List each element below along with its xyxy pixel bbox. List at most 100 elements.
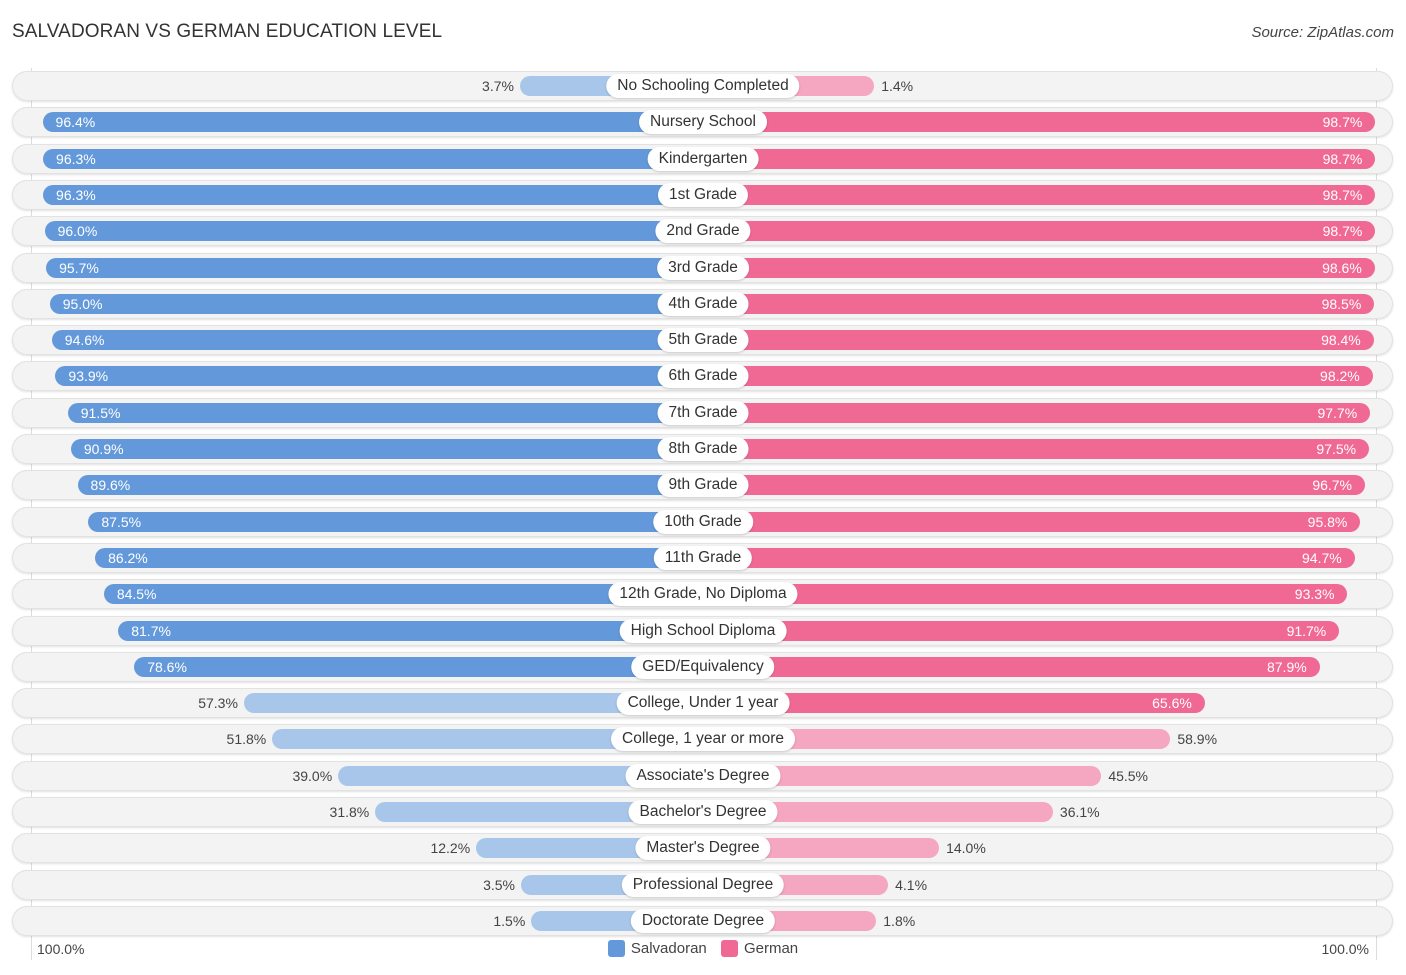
value-label-salvadoran-no-schooling-completed: 3.7% (482, 78, 514, 94)
bar-salvadoran-5th-grade[interactable] (51, 330, 703, 351)
bar-salvadoran-2nd-grade[interactable] (44, 221, 703, 242)
value-label-salvadoran-5th-grade: 94.6% (64, 332, 105, 349)
bar-salvadoran-ged-equivalency[interactable] (134, 656, 703, 677)
bar-salvadoran-kindergarten[interactable] (43, 148, 703, 169)
bar-german-7th-grade[interactable] (703, 402, 1371, 423)
value-label-german-master-s-degree: 14.0% (946, 840, 986, 857)
value-label-salvadoran-3rd-grade: 95.7% (59, 259, 99, 276)
bar-salvadoran-1st-grade[interactable] (43, 184, 703, 205)
bar-german-2nd-grade[interactable] (703, 221, 1376, 242)
category-label-8th-grade: 8th Grade (657, 437, 749, 461)
value-label-german-professional-degree: 4.1% (895, 876, 928, 893)
value-label-salvadoran-2nd-grade: 96.0% (57, 223, 98, 240)
value-label-salvadoran-9th-grade: 89.6% (90, 477, 131, 494)
value-label-german-6th-grade: 98.2% (1320, 368, 1360, 385)
value-label-salvadoran-7th-grade: 91.5% (80, 404, 121, 421)
legend-item-salvadoran[interactable]: Salvadoran (607, 940, 707, 957)
category-label-kindergarten: Kindergarten (647, 146, 759, 171)
category-label-bachelor-s-degree: Bachelor's Degree (628, 800, 778, 824)
category-label-6th-grade: 6th Grade (657, 364, 749, 389)
value-label-salvadoran-10th-grade: 87.5% (101, 513, 142, 530)
value-label-german-bachelor-s-degree: 36.1% (1059, 804, 1100, 820)
bar-german-3rd-grade[interactable] (703, 257, 1375, 278)
value-label-salvadoran-12th-grade-no-diploma: 84.5% (116, 586, 157, 603)
value-label-german-4th-grade: 98.5% (1321, 295, 1362, 312)
value-label-german-10th-grade: 95.8% (1307, 513, 1348, 530)
category-label-professional-degree: Professional Degree (621, 872, 785, 897)
value-label-salvadoran-11th-grade: 86.2% (108, 549, 148, 566)
category-label-college-under-1-year: College, Under 1 year (616, 691, 790, 716)
value-label-german-associate-s-degree: 45.5% (1108, 767, 1149, 784)
category-label-2nd-grade: 2nd Grade (655, 219, 751, 244)
bar-german-kindergarten[interactable] (703, 148, 1376, 169)
value-label-german-college-under-1-year: 65.6% (1152, 695, 1192, 712)
value-label-german-8th-grade: 97.5% (1316, 441, 1357, 457)
bar-salvadoran-11th-grade[interactable] (95, 547, 703, 568)
bar-salvadoran-9th-grade[interactable] (77, 475, 703, 496)
bar-german-nursery-school[interactable] (703, 112, 1376, 133)
value-label-salvadoran-college-under-1-year: 57.3% (198, 695, 238, 712)
category-label-college-1-year-or-more: College, 1 year or more (611, 727, 795, 752)
category-label-5th-grade: 5th Grade (657, 328, 749, 353)
value-label-salvadoran-master-s-degree: 12.2% (430, 840, 471, 857)
category-label-1st-grade: 1st Grade (657, 182, 749, 207)
category-label-master-s-degree: Master's Degree (635, 836, 771, 861)
category-label-doctorate-degree: Doctorate Degree (630, 908, 776, 933)
bar-salvadoran-6th-grade[interactable] (55, 366, 703, 387)
category-label-no-schooling-completed: No Schooling Completed (606, 74, 800, 98)
value-label-german-nursery-school: 98.7% (1322, 114, 1363, 131)
category-label-10th-grade: 10th Grade (653, 509, 753, 534)
bar-german-6th-grade[interactable] (703, 366, 1373, 387)
value-label-salvadoran-ged-equivalency: 78.6% (147, 658, 187, 675)
value-label-salvadoran-1st-grade: 96.3% (56, 186, 96, 203)
bar-german-4th-grade[interactable] (703, 293, 1375, 314)
legend-label-salvadoran: Salvadoran (630, 940, 707, 957)
value-label-german-3rd-grade: 98.6% (1322, 259, 1362, 276)
category-label-ged-equivalency: GED/Equivalency (631, 654, 775, 679)
bar-german-11th-grade[interactable] (703, 547, 1355, 568)
bar-salvadoran-3rd-grade[interactable] (46, 257, 703, 278)
bar-salvadoran-high-school-diploma[interactable] (118, 620, 703, 641)
value-label-german-no-schooling-completed: 1.4% (881, 78, 914, 94)
value-label-salvadoran-8th-grade: 90.9% (83, 441, 124, 457)
value-label-german-9th-grade: 96.7% (1312, 477, 1353, 494)
category-label-nursery-school: Nursery School (639, 110, 767, 135)
value-label-salvadoran-high-school-diploma: 81.7% (131, 622, 171, 639)
bar-salvadoran-7th-grade[interactable] (67, 402, 703, 423)
category-label-3rd-grade: 3rd Grade (657, 255, 749, 280)
value-label-salvadoran-college-1-year-or-more: 51.8% (226, 731, 267, 748)
legend-swatch-salvadoran (607, 940, 625, 957)
chart-area: 3.7% 1.4% No Schooling Completed 96.4% 98.7%… (0, 0, 1406, 975)
bar-salvadoran-10th-grade[interactable] (88, 511, 703, 532)
bar-german-8th-grade[interactable] (703, 439, 1370, 459)
value-label-german-high-school-diploma: 91.7% (1286, 622, 1327, 639)
value-label-german-1st-grade: 98.7% (1322, 186, 1363, 203)
bar-german-5th-grade[interactable] (703, 330, 1374, 351)
value-label-salvadoran-associate-s-degree: 39.0% (292, 767, 333, 784)
value-label-german-5th-grade: 98.4% (1321, 332, 1361, 349)
category-label-9th-grade: 9th Grade (657, 473, 749, 498)
bar-salvadoran-4th-grade[interactable] (49, 293, 703, 314)
bar-german-1st-grade[interactable] (703, 184, 1376, 205)
value-label-german-12th-grade-no-diploma: 93.3% (1294, 586, 1335, 603)
value-label-salvadoran-kindergarten: 96.3% (56, 150, 96, 167)
bar-german-12th-grade-no-diploma[interactable] (703, 584, 1348, 605)
legend-swatch-german (720, 940, 738, 957)
bar-german-high-school-diploma[interactable] (703, 620, 1340, 641)
value-label-german-2nd-grade: 98.7% (1322, 223, 1363, 240)
value-label-german-7th-grade: 97.7% (1317, 404, 1358, 421)
bar-salvadoran-nursery-school[interactable] (42, 112, 703, 133)
value-label-german-ged-equivalency: 87.9% (1266, 658, 1307, 675)
category-label-12th-grade-no-diploma: 12th Grade, No Diploma (608, 582, 798, 607)
value-label-salvadoran-nursery-school: 96.4% (55, 114, 96, 131)
bar-german-ged-equivalency[interactable] (703, 656, 1320, 677)
value-label-german-college-1-year-or-more: 58.9% (1177, 731, 1218, 748)
legend-item-german[interactable]: German (720, 940, 798, 957)
category-label-high-school-diploma: High School Diploma (619, 618, 787, 643)
bar-german-10th-grade[interactable] (703, 511, 1361, 532)
bar-german-9th-grade[interactable] (703, 475, 1365, 496)
bar-salvadoran-8th-grade[interactable] (70, 439, 703, 459)
value-label-salvadoran-6th-grade: 93.9% (68, 368, 109, 385)
value-label-german-doctorate-degree: 1.8% (883, 912, 916, 929)
value-label-salvadoran-professional-degree: 3.5% (483, 876, 515, 893)
